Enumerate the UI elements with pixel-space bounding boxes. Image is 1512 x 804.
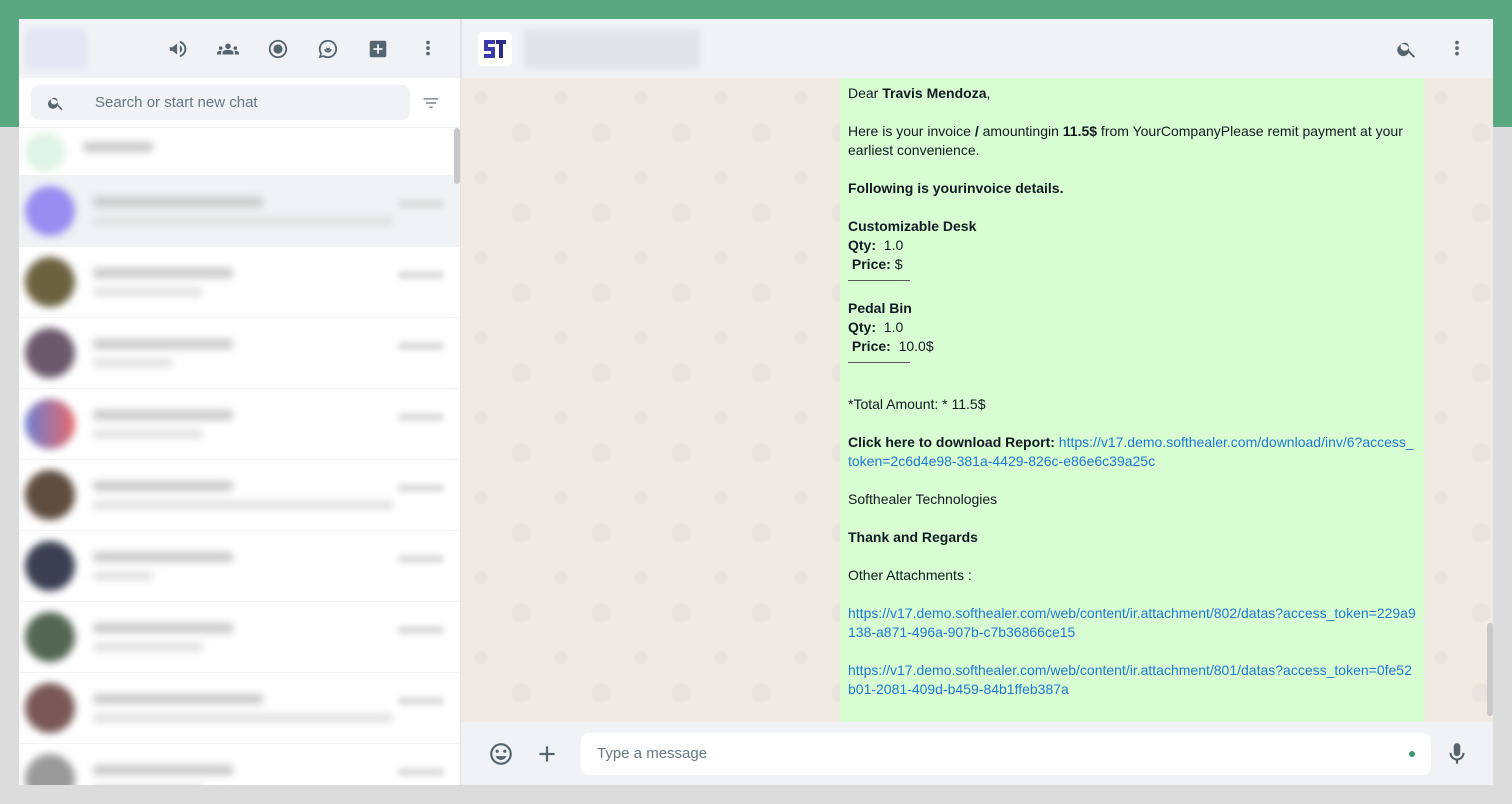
status-icon[interactable]	[258, 29, 298, 69]
search-input[interactable]	[95, 94, 395, 111]
sidebar-header-actions	[158, 29, 448, 69]
sidebar	[19, 19, 461, 785]
avatar	[25, 754, 75, 785]
chat-item[interactable]	[19, 318, 460, 389]
new-chat-icon[interactable]	[358, 29, 398, 69]
invoice-amount: 11.5$	[1062, 123, 1098, 139]
download-row: Click here to download Report: https://v…	[848, 434, 1414, 469]
total-amount: *Total Amount: * 11.5$	[848, 396, 986, 412]
invoice-intro: Here is your invoice / amountingin 11.5$…	[848, 123, 1403, 158]
item-price: 10.0$	[898, 338, 934, 354]
attachment-link[interactable]: https://v17.demo.softhealer.com/web/cont…	[848, 605, 1416, 640]
chat-item[interactable]	[19, 744, 460, 785]
microphone-icon[interactable]	[1437, 734, 1477, 774]
profile-avatar[interactable]	[25, 27, 87, 70]
item-qty: 1.0	[883, 319, 904, 335]
chat-item[interactable]	[19, 247, 460, 318]
search-box[interactable]	[31, 85, 410, 120]
message-input[interactable]	[597, 745, 1401, 762]
invoice-line: Customizable Desk Qty: 1.0 Price: $	[848, 217, 1416, 281]
chat-list	[19, 128, 460, 785]
channels-icon[interactable]	[308, 29, 348, 69]
search-icon	[48, 97, 63, 110]
message-input-box[interactable]	[581, 732, 1431, 775]
avatar	[25, 257, 75, 307]
avatar	[25, 131, 65, 172]
attach-plus-icon[interactable]	[527, 734, 567, 774]
greeting: Dear Travis Mendoza,	[848, 85, 991, 101]
avatar	[25, 399, 75, 449]
conversation-panel: Dear Travis Mendoza, Here is your invoic…	[461, 19, 1493, 785]
avatar	[25, 470, 75, 520]
contact-logo[interactable]	[478, 31, 512, 66]
avatar	[25, 683, 75, 733]
whatsapp-web-app: Dear Travis Mendoza, Here is your invoic…	[19, 19, 1493, 785]
regards-text: Thank and Regards	[848, 529, 978, 545]
chat-item[interactable]	[19, 176, 460, 247]
menu-icon[interactable]	[408, 29, 448, 69]
contact-name[interactable]	[524, 28, 700, 69]
conversation-header	[461, 19, 1493, 78]
softhealer-logo-icon	[481, 34, 509, 63]
attachment-link[interactable]: https://v17.demo.softhealer.com/web/cont…	[848, 662, 1412, 697]
chat-item[interactable]	[19, 128, 460, 176]
item-qty: 1.0	[883, 237, 904, 253]
avatar	[25, 612, 75, 662]
chat-item[interactable]	[19, 389, 460, 460]
chat-item[interactable]	[19, 531, 460, 602]
invoice-line: Pedal Bin Qty: 1.0 Price: 10.0$	[848, 299, 1416, 363]
attachments-label: Other Attachments :	[848, 567, 972, 583]
menu-icon[interactable]	[1437, 29, 1477, 69]
customer-name: Travis Mendoza	[882, 85, 987, 101]
conversation-header-actions	[1387, 29, 1477, 69]
filter-icon[interactable]	[414, 86, 448, 120]
details-heading: Following is yourinvoice details.	[848, 180, 1064, 196]
company-name: Softhealer Technologies	[848, 491, 998, 507]
message-scrollbar[interactable]	[1487, 623, 1493, 716]
avatar	[25, 186, 75, 236]
avatar	[25, 328, 75, 378]
item-price: $	[894, 256, 903, 272]
outgoing-message-bubble: Dear Travis Mendoza, Here is your invoic…	[840, 78, 1424, 722]
search-row	[19, 78, 460, 128]
sidebar-header	[19, 19, 460, 78]
megaphone-icon[interactable]	[158, 29, 198, 69]
line-separator	[848, 280, 910, 281]
message-composer	[461, 722, 1493, 785]
extension-status-dot	[1409, 750, 1415, 757]
search-icon[interactable]	[1387, 29, 1427, 69]
item-name: Customizable Desk	[848, 218, 977, 234]
message-area: Dear Travis Mendoza, Here is your invoic…	[461, 78, 1493, 722]
avatar	[25, 541, 75, 591]
chat-item[interactable]	[19, 460, 460, 531]
chat-item[interactable]	[19, 602, 460, 673]
emoji-icon[interactable]	[481, 734, 521, 774]
communities-icon[interactable]	[208, 29, 248, 69]
chat-list-scrollbar[interactable]	[454, 128, 460, 184]
item-name: Pedal Bin	[848, 300, 912, 316]
chat-item[interactable]	[19, 673, 460, 744]
line-separator	[848, 362, 910, 363]
